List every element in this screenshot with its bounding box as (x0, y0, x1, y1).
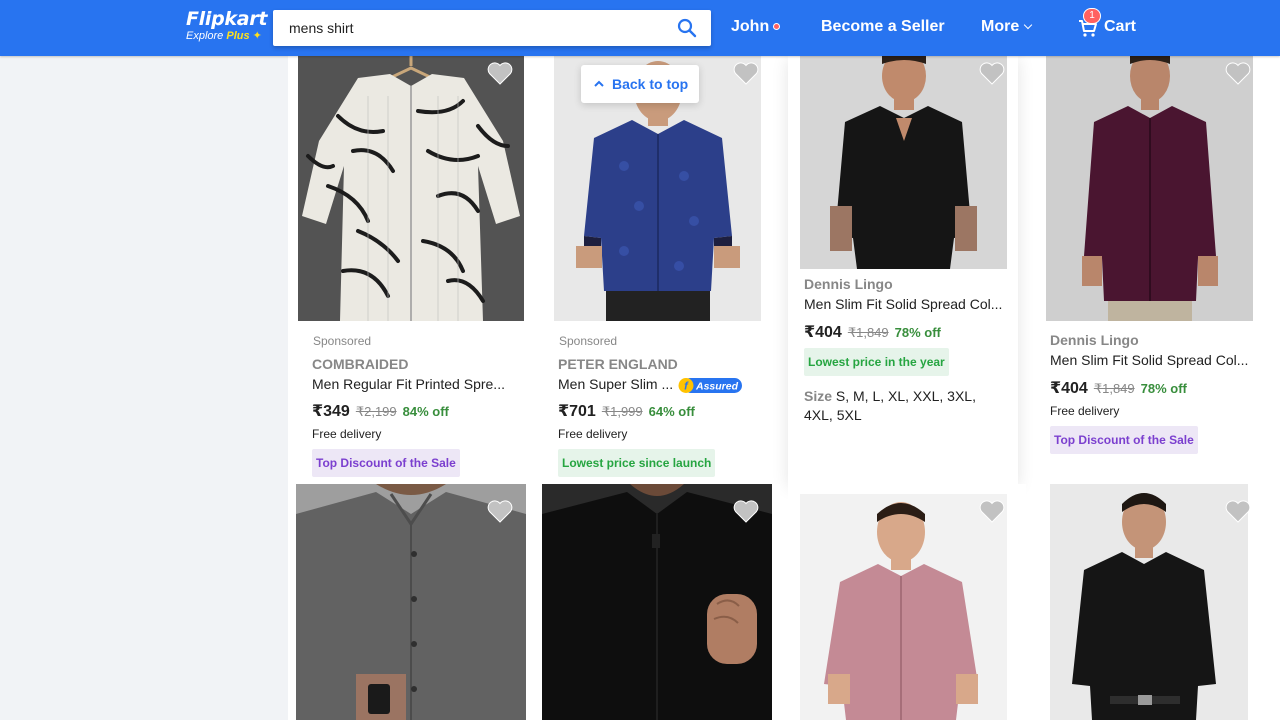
selling-price: ₹349 (312, 403, 350, 420)
discount-percent: 64% off (648, 404, 695, 419)
delivery-info: Free delivery (1050, 404, 1120, 418)
more-menu[interactable]: More (981, 18, 1033, 36)
price-row: ₹349 ₹2,199 84% off (312, 401, 449, 421)
product-title[interactable]: Men Slim Fit Solid Spread Col... (1050, 352, 1250, 368)
product-title[interactable]: Men Regular Fit Printed Spre... (312, 376, 512, 392)
flipkart-assured-badge-icon: f Assured (678, 377, 743, 393)
product-image[interactable] (800, 56, 1007, 269)
original-price: ₹1,849 (847, 325, 889, 340)
product-image[interactable] (298, 56, 524, 321)
size-list-2: 4XL, 5XL (804, 407, 862, 423)
selling-price: ₹701 (558, 403, 596, 420)
top-header: Flipkart Explore Plus ✦ mens shirt John … (0, 0, 1280, 56)
product-card-1[interactable]: Sponsored COMBRAIDED Men Regular Fit Pri… (296, 56, 534, 484)
wishlist-heart-icon[interactable] (732, 60, 760, 86)
product-image[interactable] (1050, 484, 1248, 720)
plus-star-icon: ✦ (252, 30, 262, 42)
product-title-text: Men Super Slim ... (558, 376, 674, 392)
wishlist-heart-icon[interactable] (486, 60, 514, 86)
product-title[interactable]: Men Super Slim ... f Assured (558, 376, 758, 394)
original-price: ₹2,199 (355, 404, 397, 419)
logo-wordmark: Flipkart (186, 8, 268, 30)
sponsored-label: Sponsored (559, 334, 618, 348)
more-label: More (981, 18, 1020, 35)
discount-percent: 78% off (894, 325, 941, 340)
brand-name: COMBRAIDED (312, 356, 409, 372)
logo-explore: Explore (186, 30, 224, 42)
chevron-up-icon (594, 80, 604, 87)
price-row: ₹404 ₹1,849 78% off (1050, 378, 1187, 398)
product-image[interactable] (800, 494, 1007, 720)
price-row: ₹404 ₹1,849 78% off (804, 322, 941, 342)
cart-count-badge: 1 (1083, 8, 1101, 24)
account-name: John (731, 18, 770, 35)
product-title[interactable]: Men Slim Fit Solid Spread Col... (804, 296, 1004, 312)
brand-name: Dennis Lingo (1050, 332, 1139, 348)
product-card-6[interactable] (542, 484, 780, 720)
back-to-top-button[interactable]: Back to top (581, 65, 699, 103)
wishlist-heart-icon[interactable] (1224, 498, 1252, 524)
back-to-top-label: Back to top (612, 76, 689, 92)
price-row: ₹701 ₹1,999 64% off (558, 401, 695, 421)
account-menu[interactable]: John (731, 18, 781, 36)
wishlist-heart-icon[interactable] (732, 498, 760, 524)
available-sizes: Size S, M, L, XL, XXL, 3XL, 4XL, 5XL (804, 387, 1004, 425)
wishlist-heart-icon[interactable] (978, 60, 1006, 86)
offer-tag: Top Discount of the Sale (1050, 426, 1198, 454)
product-card-8[interactable] (1034, 484, 1272, 720)
svg-text:Assured: Assured (695, 380, 739, 392)
delivery-info: Free delivery (558, 427, 628, 441)
product-card-2[interactable]: Sponsored PETER ENGLAND Men Super Slim .… (542, 56, 780, 484)
original-price: ₹1,999 (601, 404, 643, 419)
sponsored-label: Sponsored (313, 334, 372, 348)
wishlist-heart-icon[interactable] (978, 498, 1006, 524)
product-card-4[interactable]: Dennis Lingo Men Slim Fit Solid Spread C… (1034, 56, 1272, 484)
discount-percent: 78% off (1140, 381, 1187, 396)
wishlist-heart-icon[interactable] (1224, 60, 1252, 86)
filters-sidebar (0, 56, 280, 720)
size-label: Size (804, 388, 833, 404)
size-list-1: S, M, L, XL, XXL, 3XL, (835, 388, 976, 404)
search-bar[interactable]: mens shirt (273, 10, 711, 46)
product-card-7[interactable] (788, 484, 1026, 720)
product-card-3[interactable]: Dennis Lingo Men Slim Fit Solid Spread C… (788, 56, 1018, 484)
offer-tag: Top Discount of the Sale (312, 449, 460, 477)
logo-plus: Plus (226, 30, 250, 42)
offer-tag: Lowest price in the year (804, 348, 949, 376)
selling-price: ₹404 (804, 324, 842, 341)
search-input[interactable]: mens shirt (289, 20, 354, 36)
product-image[interactable] (1046, 56, 1253, 321)
wishlist-heart-icon[interactable] (486, 498, 514, 524)
offer-tag: Lowest price since launch (558, 449, 716, 477)
flipkart-logo[interactable]: Flipkart Explore Plus ✦ (186, 9, 267, 43)
original-price: ₹1,849 (1093, 381, 1135, 396)
brand-name: Dennis Lingo (804, 276, 893, 292)
notification-dot-icon (773, 23, 781, 31)
delivery-info: Free delivery (312, 427, 382, 441)
discount-percent: 84% off (402, 404, 449, 419)
product-card-5[interactable] (296, 484, 534, 720)
chevron-down-icon (1023, 20, 1033, 30)
become-seller-link[interactable]: Become a Seller (821, 18, 945, 36)
logo-tagline: Explore Plus ✦ (186, 30, 267, 43)
selling-price: ₹404 (1050, 380, 1088, 397)
brand-name: PETER ENGLAND (558, 356, 678, 372)
search-icon[interactable] (677, 18, 697, 38)
cart-link[interactable]: Cart (1104, 18, 1136, 36)
